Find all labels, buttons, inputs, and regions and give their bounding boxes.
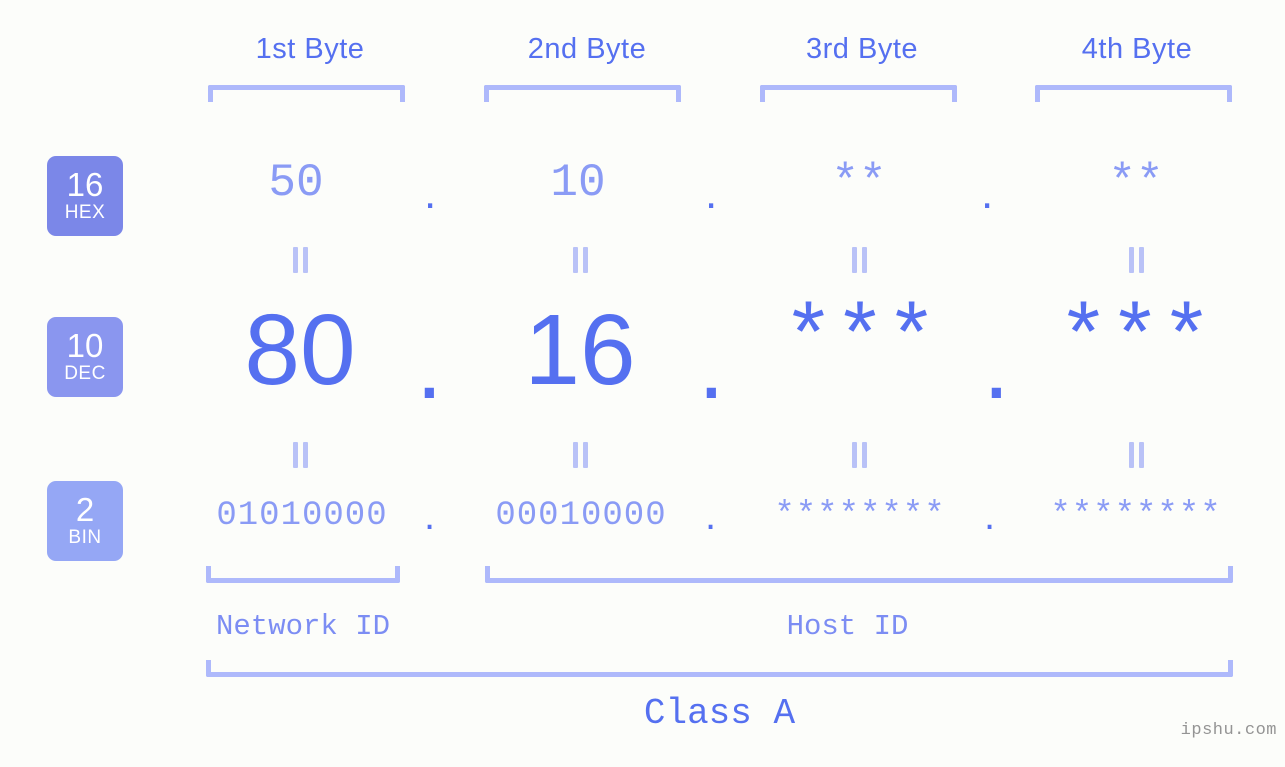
- byte-header-2: 2nd Byte: [527, 33, 647, 65]
- network-id-bracket: [206, 566, 400, 583]
- hex-byte-1: 50: [268, 157, 324, 209]
- byte-bracket-3: [760, 85, 957, 102]
- equals-marker-dec-bin-1: [292, 442, 310, 468]
- byte-bracket-2: [484, 85, 681, 102]
- hex-separator-3: .: [981, 169, 994, 218]
- dec-byte-3: ***: [782, 292, 938, 390]
- base-badge-hex-number: 16: [66, 166, 104, 203]
- equals-marker-dec-bin-2: [572, 442, 590, 468]
- base-badge-hex: 16 HEX: [47, 156, 123, 236]
- base-badge-bin-number: 2: [75, 491, 95, 528]
- bin-byte-1: 01010000: [216, 497, 388, 535]
- bin-byte-4: ********: [1050, 497, 1222, 535]
- base-badge-bin-label: BIN: [68, 527, 102, 548]
- hex-byte-2: 10: [550, 157, 606, 209]
- dec-separator-2: .: [698, 312, 725, 419]
- ip-byte-breakdown-diagram: 1st Byte 2nd Byte 3rd Byte 4th Byte 16 H…: [0, 0, 1285, 767]
- site-watermark: ipshu.com: [1180, 721, 1277, 740]
- equals-marker-hex-dec-4: [1128, 247, 1146, 273]
- byte-bracket-1: [208, 85, 405, 102]
- byte-bracket-4: [1035, 85, 1232, 102]
- dec-separator-1: .: [416, 312, 443, 419]
- dec-byte-4: ***: [1057, 292, 1213, 390]
- byte-header-3: 3rd Byte: [806, 33, 918, 65]
- dec-byte-1: 80: [244, 294, 356, 406]
- byte-header-4: 4th Byte: [1081, 33, 1193, 65]
- hex-separator-2: .: [705, 169, 718, 218]
- network-id-label: Network ID: [215, 610, 391, 643]
- hex-byte-3: **: [831, 157, 887, 209]
- bin-separator-1: .: [424, 494, 436, 538]
- byte-header-1: 1st Byte: [255, 33, 365, 65]
- base-badge-dec-number: 10: [66, 327, 104, 364]
- hex-separator-1: .: [424, 169, 437, 218]
- host-id-bracket: [485, 566, 1233, 583]
- bin-separator-3: .: [984, 494, 996, 538]
- hex-byte-4: **: [1108, 157, 1164, 209]
- dec-byte-2: 16: [524, 294, 636, 406]
- base-badge-hex-label: HEX: [64, 202, 106, 223]
- class-label: Class A: [643, 693, 796, 734]
- equals-marker-hex-dec-1: [292, 247, 310, 273]
- equals-marker-dec-bin-4: [1128, 442, 1146, 468]
- host-id-label: Host ID: [786, 610, 909, 643]
- class-bracket: [206, 660, 1233, 677]
- bin-separator-2: .: [705, 494, 717, 538]
- base-badge-bin: 2 BIN: [47, 481, 123, 561]
- base-badge-dec-label: DEC: [64, 363, 106, 384]
- base-badge-dec: 10 DEC: [47, 317, 123, 397]
- equals-marker-dec-bin-3: [851, 442, 869, 468]
- bin-byte-2: 00010000: [495, 497, 667, 535]
- bin-byte-3: ********: [774, 497, 946, 535]
- equals-marker-hex-dec-3: [851, 247, 869, 273]
- equals-marker-hex-dec-2: [572, 247, 590, 273]
